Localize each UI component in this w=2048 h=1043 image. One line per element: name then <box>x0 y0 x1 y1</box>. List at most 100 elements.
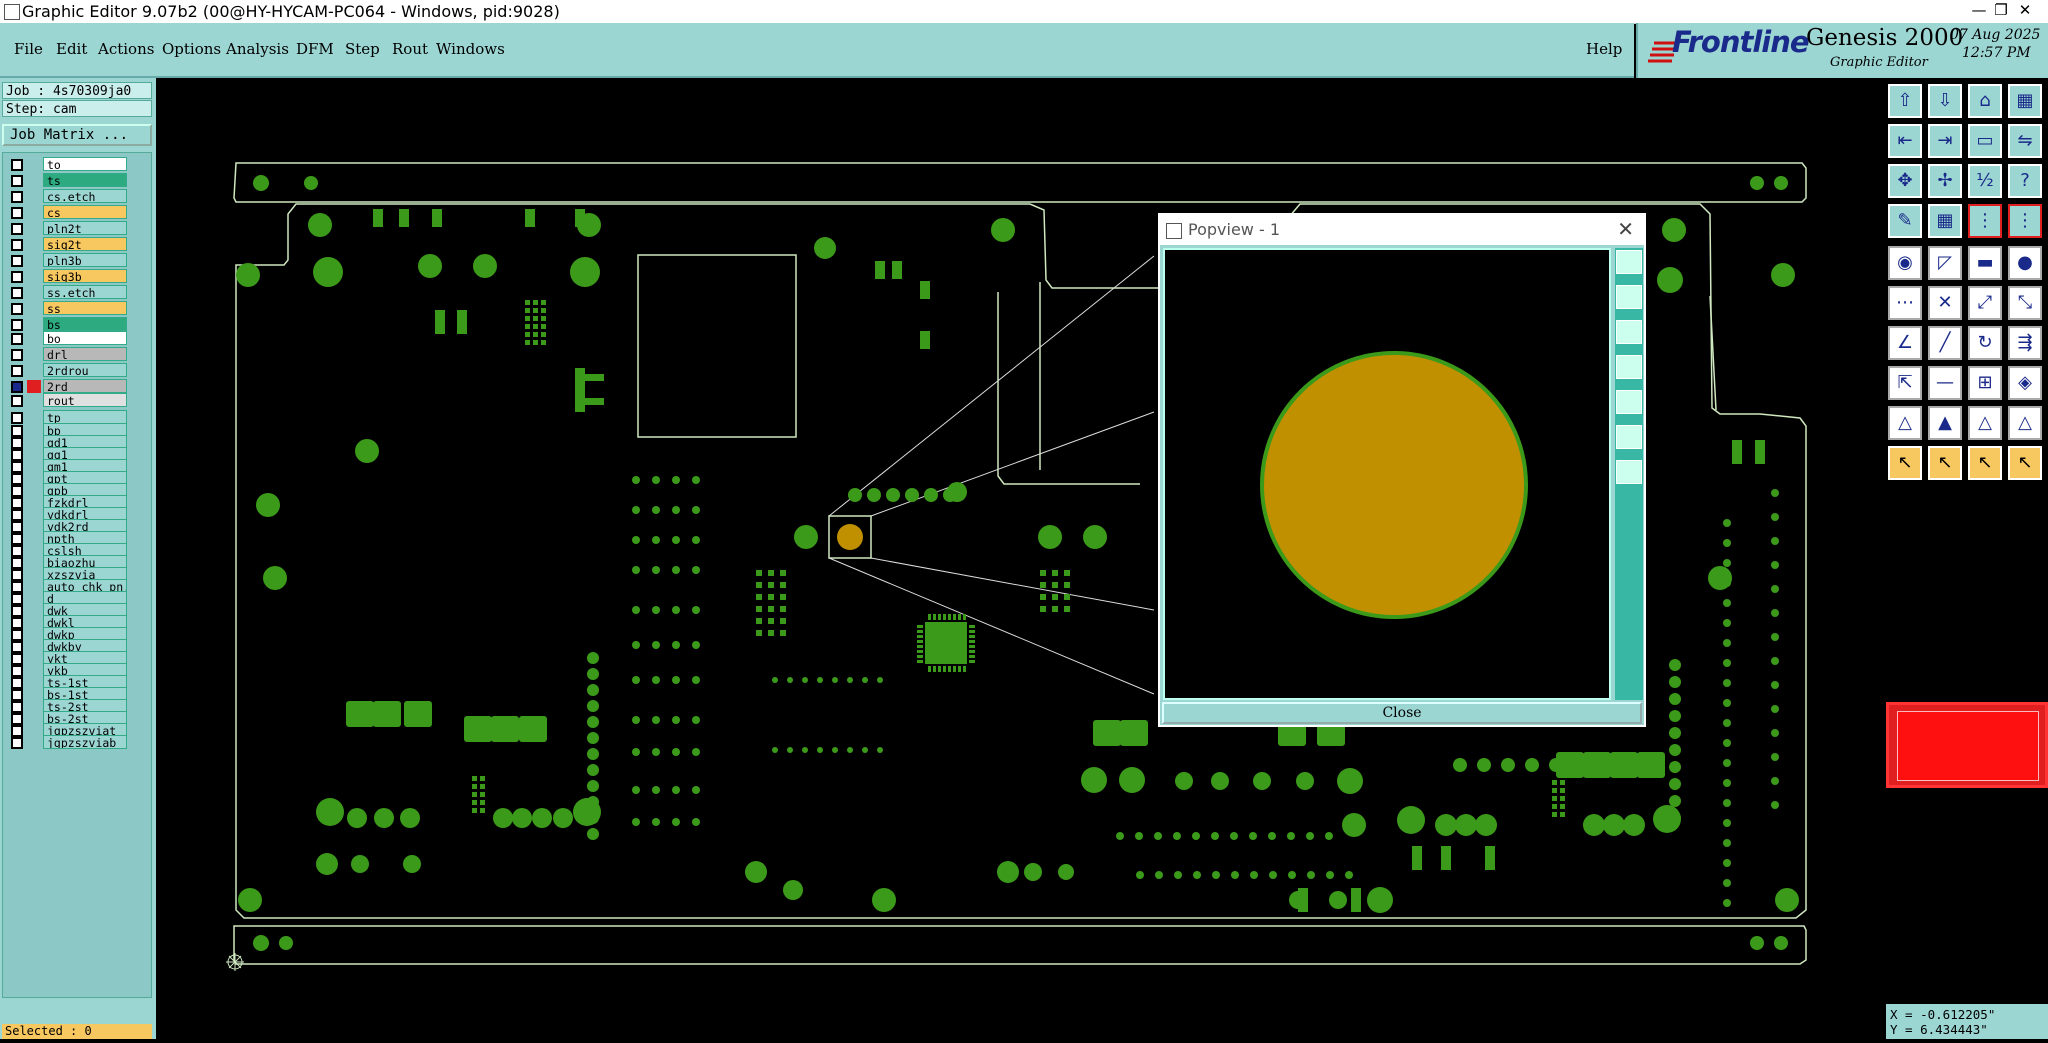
pv-left-icon[interactable] <box>1616 355 1642 379</box>
via[interactable] <box>924 488 938 502</box>
smd-pad[interactable] <box>1412 846 1422 870</box>
ic-pin[interactable] <box>969 630 975 633</box>
via-pad[interactable] <box>1342 813 1366 837</box>
via[interactable] <box>692 606 700 614</box>
via-pad[interactable] <box>403 855 421 873</box>
via[interactable] <box>652 676 660 684</box>
via-pad[interactable] <box>236 263 260 287</box>
via[interactable] <box>1250 871 1258 879</box>
smd-pad[interactable] <box>780 630 786 636</box>
via-pad[interactable] <box>1455 814 1477 836</box>
smd-pad[interactable] <box>404 701 432 727</box>
layer-row-2rdrou[interactable]: 2rdrou <box>5 363 149 378</box>
popview-title-bar[interactable]: Popview - 1 ✕ <box>1160 215 1644 245</box>
via[interactable] <box>1306 832 1314 840</box>
via[interactable] <box>587 684 599 696</box>
via[interactable] <box>1192 832 1200 840</box>
smd-pad[interactable] <box>472 808 477 813</box>
via[interactable] <box>692 536 700 544</box>
via[interactable] <box>847 747 853 753</box>
via[interactable] <box>587 716 599 728</box>
stretch-icon[interactable]: ⇋ <box>2008 124 2042 158</box>
menu-step[interactable]: Step <box>345 40 380 58</box>
via[interactable] <box>1669 727 1681 739</box>
layer-row-ts[interactable]: ts <box>5 173 149 188</box>
layer-row-pln3b[interactable]: pln3b <box>5 253 149 268</box>
via-pad[interactable] <box>1774 936 1788 950</box>
smd-pad[interactable] <box>533 316 538 321</box>
via[interactable] <box>1669 676 1681 688</box>
via-pad[interactable] <box>256 493 280 517</box>
via[interactable] <box>652 786 660 794</box>
smd-pad[interactable] <box>1560 804 1565 809</box>
menu-dfm[interactable]: DFM <box>296 40 334 58</box>
smd-pad[interactable] <box>480 808 485 813</box>
via-pad[interactable] <box>308 213 332 237</box>
window-icon[interactable]: ▭ <box>1968 124 2002 158</box>
pv-right-icon[interactable] <box>1616 390 1642 414</box>
via[interactable] <box>1723 799 1731 807</box>
pv-up-icon[interactable] <box>1616 285 1642 309</box>
via-pad[interactable] <box>400 808 420 828</box>
via-pad[interactable] <box>351 855 369 873</box>
smd-pad[interactable] <box>1755 440 1765 464</box>
ic-pin[interactable] <box>917 630 923 633</box>
via[interactable] <box>1669 795 1681 807</box>
via[interactable] <box>632 606 640 614</box>
via[interactable] <box>652 536 660 544</box>
layer-checkbox[interactable] <box>11 207 23 219</box>
smd-pad[interactable] <box>541 324 546 329</box>
smd-pad[interactable] <box>533 340 538 345</box>
layer-checkbox[interactable] <box>11 191 23 203</box>
layer-checkbox[interactable] <box>11 175 23 187</box>
layer-row-sig2t[interactable]: sig2t <box>5 237 149 252</box>
via[interactable] <box>692 641 700 649</box>
via[interactable] <box>1135 832 1143 840</box>
via-pad[interactable] <box>991 218 1015 242</box>
via[interactable] <box>632 641 640 649</box>
via-pad[interactable] <box>1475 814 1497 836</box>
smd-pad[interactable] <box>1552 780 1557 785</box>
layer-preview[interactable] <box>1886 702 2048 788</box>
layer-row-bo[interactable]: bo <box>5 331 149 346</box>
layer-row-rout[interactable]: rout <box>5 393 149 408</box>
menu-actions[interactable]: Actions <box>98 40 154 58</box>
via[interactable] <box>1771 561 1779 569</box>
via[interactable] <box>672 716 680 724</box>
export-icon[interactable]: ⇥ <box>1928 124 1962 158</box>
via-pad[interactable] <box>473 254 497 278</box>
smd-pad[interactable] <box>541 300 546 305</box>
via[interactable] <box>672 606 680 614</box>
smd-pad[interactable] <box>480 776 485 781</box>
smd-pad[interactable] <box>1556 752 1584 778</box>
menu-help[interactable]: Help <box>1586 40 1622 58</box>
via[interactable] <box>847 677 853 683</box>
smd-pad[interactable] <box>875 261 885 279</box>
arrow-up-bold-icon[interactable]: ▲ <box>1928 406 1962 440</box>
ic-pin[interactable] <box>953 666 956 672</box>
via[interactable] <box>1723 739 1731 747</box>
smd-pad[interactable] <box>541 308 546 313</box>
smd-pad[interactable] <box>525 340 530 345</box>
via[interactable] <box>862 677 868 683</box>
via[interactable] <box>1669 744 1681 756</box>
via[interactable] <box>832 677 838 683</box>
ic-pin[interactable] <box>917 640 923 643</box>
menu-rout[interactable]: Rout <box>392 40 428 58</box>
ic-pin[interactable] <box>953 614 956 620</box>
via[interactable] <box>652 748 660 756</box>
via[interactable] <box>1193 871 1201 879</box>
via-pad[interactable] <box>1397 806 1425 834</box>
via[interactable] <box>787 677 793 683</box>
home-icon[interactable]: ⌂ <box>1968 84 2002 118</box>
smd-pad[interactable] <box>1552 804 1557 809</box>
via-pad[interactable] <box>783 880 803 900</box>
smd-pad[interactable] <box>1298 888 1308 912</box>
ic-pin[interactable] <box>943 614 946 620</box>
menu-file[interactable]: File <box>14 40 43 58</box>
ic-pin[interactable] <box>917 645 923 648</box>
via[interactable] <box>772 677 778 683</box>
via[interactable] <box>632 716 640 724</box>
via[interactable] <box>672 818 680 826</box>
via-pad[interactable] <box>1771 263 1795 287</box>
